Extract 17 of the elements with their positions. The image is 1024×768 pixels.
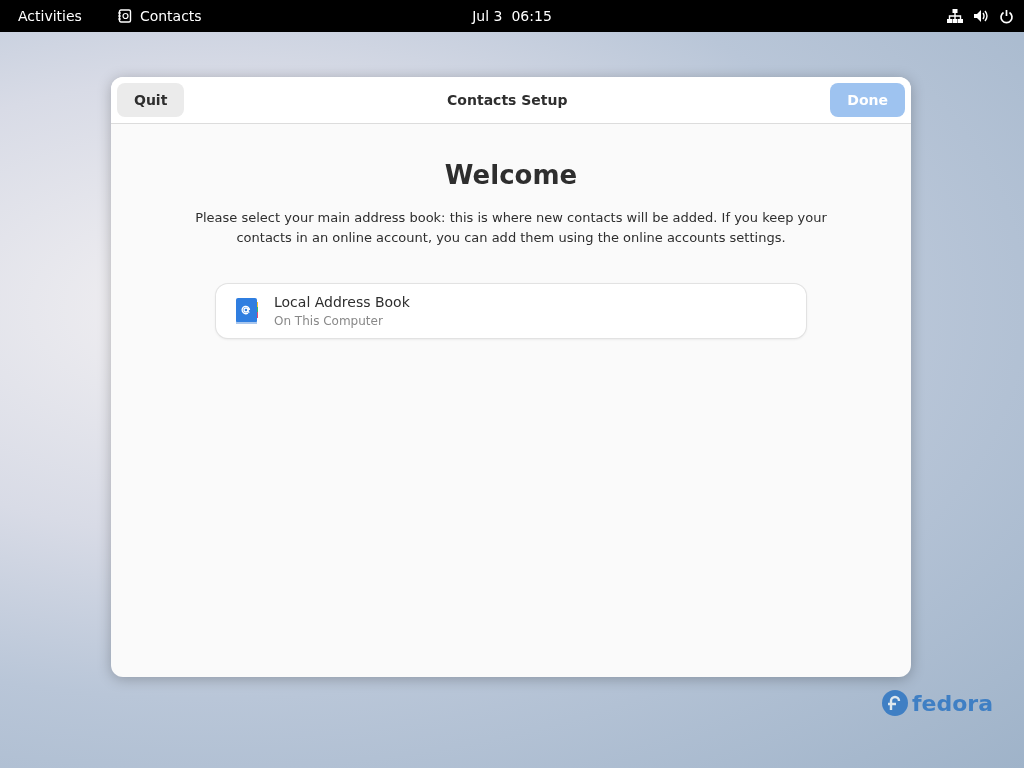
quit-button[interactable]: Quit <box>117 83 185 117</box>
window-title: Contacts Setup <box>447 92 568 108</box>
app-menu[interactable]: Contacts <box>139 8 202 24</box>
volume-icon[interactable] <box>973 9 989 23</box>
wallpaper-logo-text: fedora <box>912 690 994 716</box>
address-book-icon <box>234 296 260 326</box>
activities-button[interactable]: Activities <box>18 8 82 24</box>
address-book-row[interactable]: Local Address Book On This Computer <box>216 284 806 338</box>
fedora-logo-icon <box>882 690 908 716</box>
address-book-name: Local Address Book <box>274 294 410 310</box>
address-book-icon <box>117 9 132 23</box>
welcome-heading: Welcome <box>444 160 578 190</box>
clock[interactable]: Jul 3 06:15 <box>472 8 552 24</box>
address-book-location: On This Computer <box>274 314 384 328</box>
network-icon[interactable] <box>947 8 963 24</box>
description-text: Please select your main address book: this is where new contacts will be added. If you keep your contacts in an online account, you can add them using the online accounts settings. <box>194 209 828 247</box>
power-icon[interactable] <box>999 8 1014 24</box>
